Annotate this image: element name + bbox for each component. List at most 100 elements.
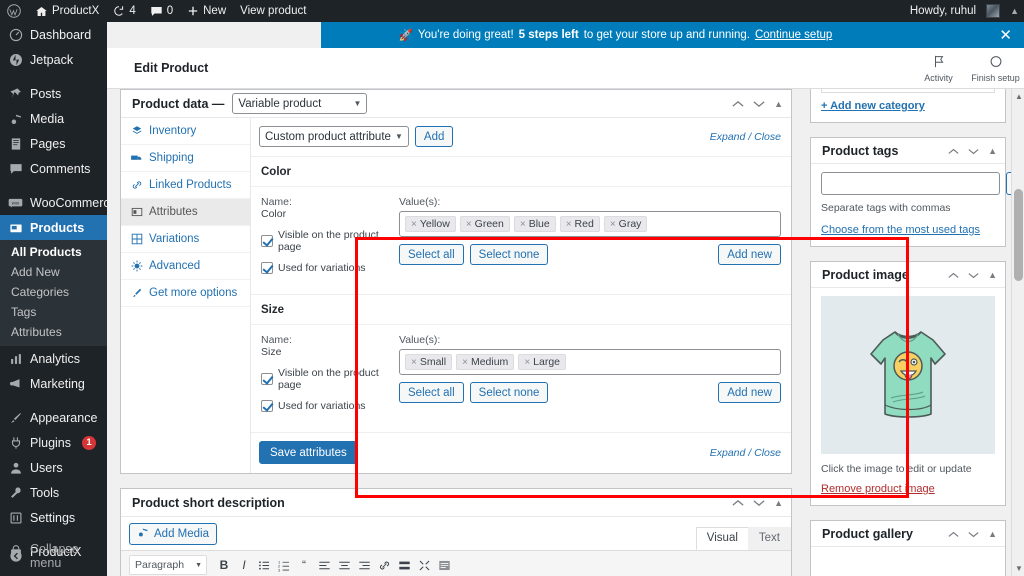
- toggle-panel-icon[interactable]: ▲: [988, 270, 997, 280]
- add-new-value-button[interactable]: Add new: [718, 382, 781, 403]
- move-down-icon[interactable]: [753, 495, 765, 510]
- select-all-button[interactable]: Select all: [399, 244, 464, 265]
- new-content-button[interactable]: New: [180, 0, 233, 22]
- comments-button[interactable]: 0: [143, 0, 180, 22]
- visible-checkbox[interactable]: [261, 235, 273, 247]
- value-chip[interactable]: × Green: [459, 216, 510, 232]
- value-chip[interactable]: × Medium: [456, 354, 515, 370]
- sidebar-item-tools[interactable]: Tools: [0, 480, 107, 505]
- expand-link[interactable]: Expand: [710, 131, 746, 143]
- toolbar-toggle-icon[interactable]: [434, 555, 454, 575]
- used-for-variations-row[interactable]: Used for variations: [261, 400, 389, 412]
- site-name-button[interactable]: ProductX: [28, 0, 106, 22]
- move-down-icon[interactable]: [968, 143, 979, 158]
- paragraph-format-select[interactable]: Paragraph ▼: [129, 555, 207, 575]
- align-left-icon[interactable]: [314, 555, 334, 575]
- move-down-icon[interactable]: [968, 267, 979, 282]
- link-icon[interactable]: [374, 555, 394, 575]
- close-link[interactable]: Close: [754, 131, 781, 143]
- value-chip[interactable]: × Blue: [513, 216, 556, 232]
- remove-chip-icon[interactable]: ×: [520, 219, 526, 230]
- move-up-icon[interactable]: [948, 143, 959, 158]
- scroll-down-arrow-icon[interactable]: ▼: [1015, 564, 1023, 573]
- attribute-values-input[interactable]: × Yellow × Green × Blue × Red × Gray: [399, 211, 781, 237]
- sidebar-item-settings[interactable]: Settings: [0, 505, 107, 530]
- remove-product-image-link[interactable]: Remove product image: [821, 483, 935, 495]
- remove-chip-icon[interactable]: ×: [524, 357, 530, 368]
- sidebar-item-analytics[interactable]: Analytics: [0, 346, 107, 371]
- continue-setup-link[interactable]: Continue setup: [755, 29, 832, 41]
- submenu-item-attributes[interactable]: Attributes: [0, 322, 107, 342]
- tab-inventory[interactable]: Inventory: [121, 118, 250, 145]
- tag-input[interactable]: [821, 172, 1000, 195]
- sidebar-item-jetpack[interactable]: Jetpack: [0, 47, 107, 72]
- toggle-panel-icon[interactable]: ▲: [774, 498, 783, 508]
- move-up-icon[interactable]: [948, 526, 959, 541]
- sidebar-item-users[interactable]: Users: [0, 455, 107, 480]
- shrink-admin-bar-icon[interactable]: ▲: [1007, 6, 1024, 16]
- value-chip[interactable]: × Gray: [603, 216, 648, 232]
- select-none-button[interactable]: Select none: [469, 244, 549, 265]
- sidebar-item-comments[interactable]: Comments: [0, 156, 107, 181]
- select-all-button[interactable]: Select all: [399, 382, 464, 403]
- collapse-menu-button[interactable]: Collapse menu: [0, 542, 107, 570]
- most-used-tags-link[interactable]: Choose from the most used tags: [821, 224, 980, 236]
- add-attribute-button[interactable]: Add: [414, 126, 454, 147]
- tab-variations[interactable]: Variations: [121, 226, 250, 253]
- select-none-button[interactable]: Select none: [469, 382, 549, 403]
- used-for-variations-row[interactable]: Used for variations: [261, 262, 389, 274]
- tab-advanced[interactable]: Advanced: [121, 253, 250, 280]
- value-chip[interactable]: × Yellow: [405, 216, 456, 232]
- visible-on-product-page-row[interactable]: Visible on the product page: [261, 229, 389, 253]
- sidebar-item-appearance[interactable]: Appearance: [0, 405, 107, 430]
- attribute-heading[interactable]: Size: [251, 295, 791, 325]
- scroll-up-arrow-icon[interactable]: ▲: [1015, 92, 1023, 101]
- page-scrollbar[interactable]: ▲ ▼: [1011, 89, 1024, 576]
- remove-chip-icon[interactable]: ×: [411, 219, 417, 230]
- view-product-button[interactable]: View product: [233, 0, 313, 22]
- align-right-icon[interactable]: [354, 555, 374, 575]
- sidebar-item-marketing[interactable]: Marketing: [0, 371, 107, 396]
- account-menu[interactable]: Howdy, ruhul: [903, 0, 1007, 22]
- close-icon[interactable]: ✕: [987, 26, 1024, 44]
- remove-chip-icon[interactable]: ×: [411, 357, 417, 368]
- product-image-thumbnail[interactable]: [821, 296, 995, 454]
- tab-get-more-options[interactable]: Get more options: [121, 280, 250, 307]
- sidebar-item-pages[interactable]: Pages: [0, 131, 107, 156]
- read-more-icon[interactable]: [394, 555, 414, 575]
- sidebar-item-dashboard[interactable]: Dashboard: [0, 22, 107, 47]
- add-new-category-link[interactable]: + Add new category: [821, 100, 925, 112]
- remove-chip-icon[interactable]: ×: [466, 219, 472, 230]
- sidebar-item-media[interactable]: Media: [0, 106, 107, 131]
- variations-checkbox[interactable]: [261, 400, 273, 412]
- toggle-panel-icon[interactable]: ▲: [774, 99, 783, 109]
- italic-icon[interactable]: I: [234, 555, 254, 575]
- updates-button[interactable]: 4: [106, 0, 142, 22]
- value-chip[interactable]: × Red: [559, 216, 600, 232]
- submenu-item-add-new[interactable]: Add New: [0, 262, 107, 282]
- visible-checkbox[interactable]: [261, 373, 273, 385]
- product-type-select[interactable]: Variable product ▼: [232, 93, 368, 114]
- move-up-icon[interactable]: [948, 267, 959, 282]
- tab-visual[interactable]: Visual: [695, 527, 749, 550]
- tab-shipping[interactable]: Shipping: [121, 145, 250, 172]
- expand-link[interactable]: Expand: [710, 447, 746, 459]
- finish-setup-button[interactable]: Finish setup: [967, 54, 1024, 83]
- blockquote-icon[interactable]: “: [294, 555, 314, 575]
- remove-chip-icon[interactable]: ×: [566, 219, 572, 230]
- activity-button[interactable]: Activity: [910, 54, 967, 83]
- submenu-item-tags[interactable]: Tags: [0, 302, 107, 322]
- tab-linked-products[interactable]: Linked Products: [121, 172, 250, 199]
- visible-on-product-page-row[interactable]: Visible on the product page: [261, 367, 389, 391]
- value-chip[interactable]: × Small: [405, 354, 453, 370]
- move-up-icon[interactable]: [732, 96, 744, 111]
- add-new-value-button[interactable]: Add new: [718, 244, 781, 265]
- fullscreen-icon[interactable]: [414, 555, 434, 575]
- scrollbar-thumb[interactable]: [1014, 189, 1023, 281]
- move-down-icon[interactable]: [753, 96, 765, 111]
- submenu-item-all-products[interactable]: All Products: [0, 242, 107, 262]
- attribute-type-select[interactable]: Custom product attribute ▼: [259, 126, 409, 147]
- toggle-panel-icon[interactable]: ▲: [988, 146, 997, 156]
- tab-attributes[interactable]: Attributes: [121, 199, 250, 226]
- sidebar-item-plugins[interactable]: Plugins 1: [0, 430, 107, 455]
